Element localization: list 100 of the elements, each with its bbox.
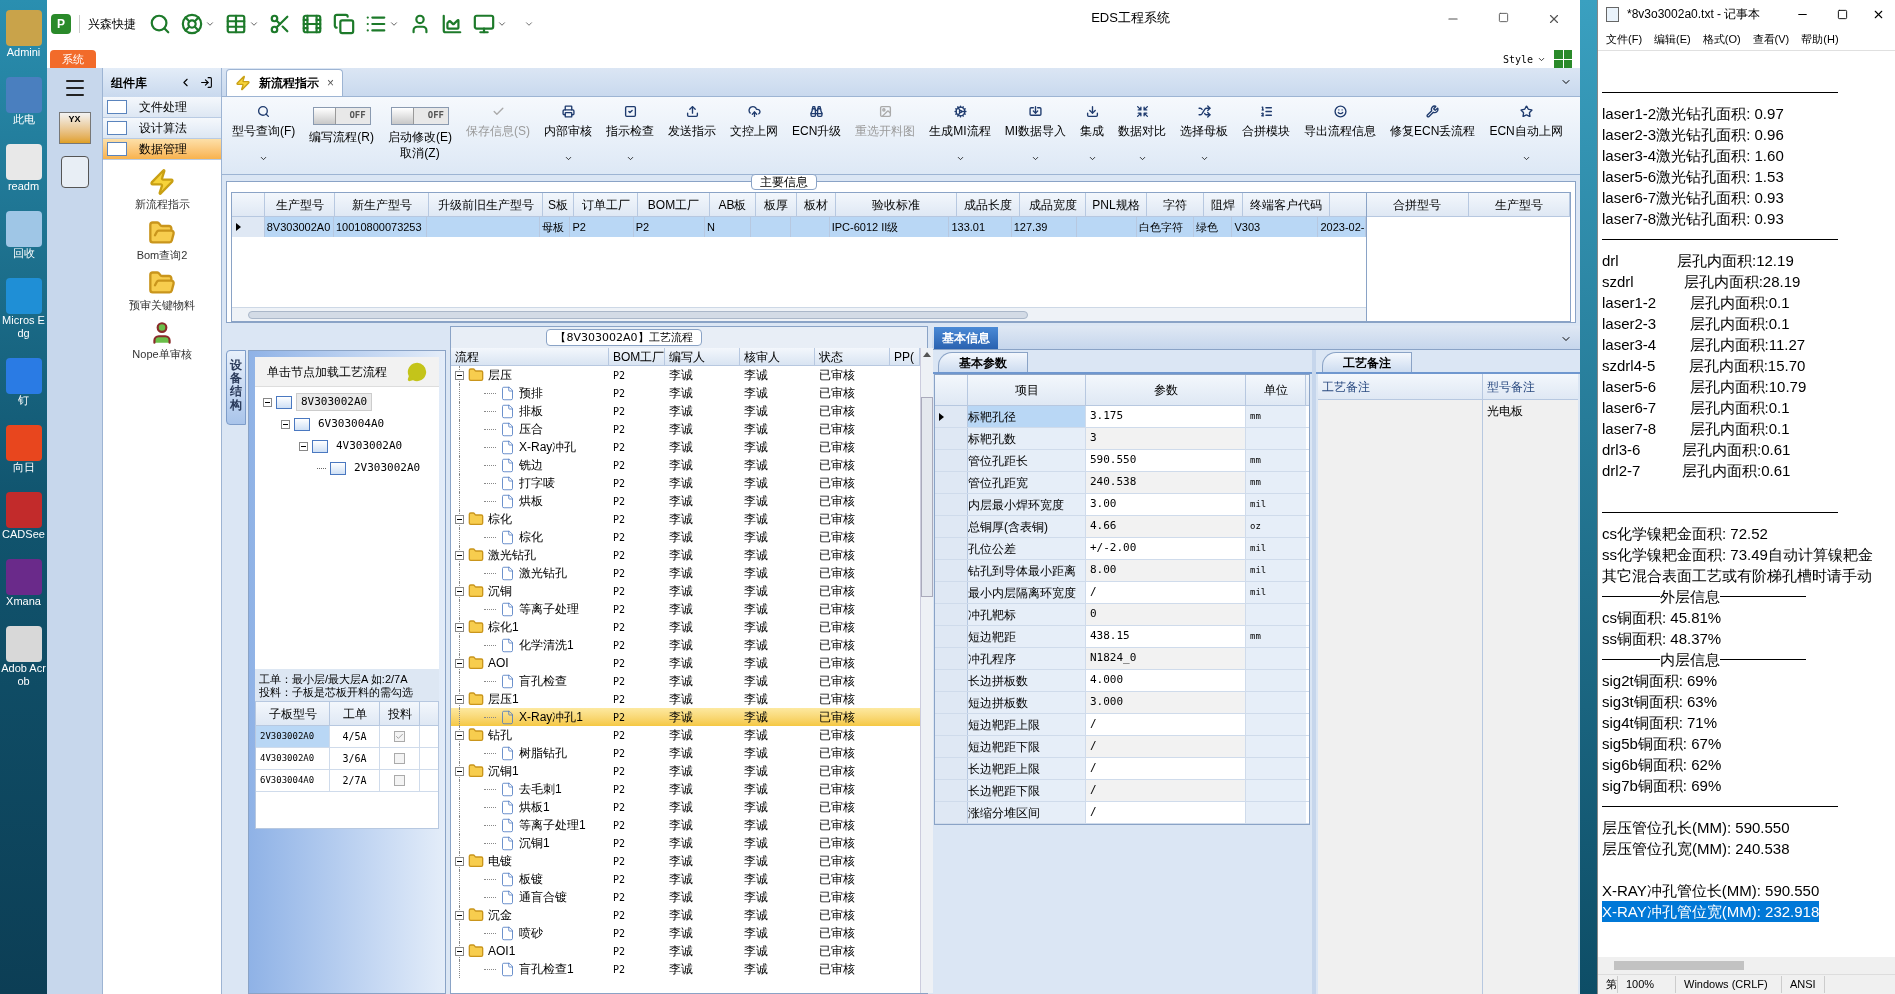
- collapse-icon[interactable]: [263, 397, 272, 407]
- table-cell[interactable]: 4V303002A0: [256, 748, 330, 769]
- table-cell-text: P2: [612, 782, 627, 797]
- table-cell-text: 已审核: [818, 817, 856, 834]
- collapse-icon[interactable]: [455, 550, 464, 560]
- document-tab[interactable]: 新流程指示: [259, 74, 319, 92]
- quick-access-button[interactable]: [473, 13, 507, 35]
- table-row[interactable]: 8V303002A0 10010800073253 母板 P2 P2 N IPC-6012 II级 133.01 127.39 白色字符 绿色 V303 2023-02-: [232, 217, 1366, 237]
- table-cell-text: P2: [612, 692, 627, 707]
- menu-item[interactable]: 编辑(E): [1654, 30, 1691, 48]
- close-icon[interactable]: [1547, 12, 1561, 26]
- toolbar-button[interactable]: 选择母板: [1174, 101, 1235, 163]
- toolbar-button[interactable]: ECN升级: [786, 101, 848, 140]
- quick-access-button[interactable]: [333, 13, 355, 35]
- quick-access-button[interactable]: [441, 13, 463, 35]
- collapse-icon[interactable]: [455, 514, 464, 524]
- collapse-icon[interactable]: [455, 730, 464, 740]
- section-item[interactable]: 设计算法: [103, 118, 221, 139]
- collapse-icon[interactable]: [299, 441, 308, 451]
- collapse-icon[interactable]: [455, 658, 464, 668]
- tree-node[interactable]: 2V303002A0: [350, 459, 425, 477]
- toggle-switch[interactable]: OFF: [391, 107, 449, 125]
- checkbox[interactable]: [394, 753, 405, 764]
- shortcut-label[interactable]: Bom查询2: [136, 246, 188, 263]
- checkbox[interactable]: [394, 731, 405, 742]
- table-cell-text: 李诚: [743, 385, 769, 402]
- checkbox[interactable]: [394, 775, 405, 786]
- toolbar-button[interactable]: 内部审核: [538, 101, 598, 163]
- menu-item[interactable]: 文件(F): [1606, 30, 1643, 48]
- customize-icon[interactable]: [524, 19, 534, 29]
- toolbar-button[interactable]: ECN自动上网: [1483, 101, 1569, 163]
- table-cell-text: 李诚: [668, 403, 694, 420]
- table-cell: 3: [1086, 428, 1246, 449]
- quick-access-button[interactable]: [301, 13, 323, 35]
- table-cell-text: 李诚: [668, 745, 694, 762]
- collapse-icon[interactable]: [455, 586, 464, 596]
- collapse-icon[interactable]: [455, 622, 464, 632]
- table-cell-text: 李诚: [743, 817, 769, 834]
- toggle-switch[interactable]: OFF: [312, 107, 371, 125]
- toolbar-button[interactable]: MI数据导入: [998, 101, 1073, 163]
- table-row[interactable]: X-Ray冲孔1 P2 李诚 李诚 已审核: [451, 708, 920, 726]
- side-tab[interactable]: 设备结构: [226, 350, 246, 425]
- collapse-icon[interactable]: [281, 419, 290, 429]
- shortcut-label[interactable]: 新流程指示: [134, 196, 190, 213]
- quick-access-button[interactable]: [225, 13, 259, 35]
- tree-node[interactable]: 8V303002A0: [296, 392, 373, 412]
- toolbar-button[interactable]: 导出流程信息: [1298, 101, 1383, 140]
- text-line: laser2-3激光钻孔面积: 0.96: [1602, 125, 1784, 145]
- collapse-icon[interactable]: [455, 856, 464, 866]
- file-icon: [500, 475, 515, 491]
- pin-icon[interactable]: [200, 76, 213, 89]
- menu-item[interactable]: 格式(O): [1702, 30, 1741, 48]
- sub-tab[interactable]: 工艺备注: [1322, 352, 1412, 372]
- quick-access-button[interactable]: [149, 13, 171, 35]
- app-icon[interactable]: [5, 144, 42, 180]
- collapse-icon[interactable]: [455, 766, 464, 776]
- row-header[interactable]: [935, 406, 968, 427]
- app-icon[interactable]: [5, 626, 42, 662]
- scrollbar-thumb[interactable]: [248, 310, 1028, 319]
- column-header: 新生产型号: [335, 193, 429, 216]
- scrollbar-thumb[interactable]: [921, 397, 933, 597]
- maximize-icon[interactable]: [1837, 8, 1848, 20]
- table-cell: oz: [1246, 516, 1306, 537]
- sub-tab[interactable]: 基本参数: [938, 352, 1028, 372]
- menu-item[interactable]: 查看(V): [1752, 30, 1790, 48]
- shortcut-label[interactable]: Nope单审核: [132, 345, 192, 362]
- factory-button[interactable]: YX: [58, 112, 91, 144]
- tree-node[interactable]: 4V303002A0: [332, 437, 407, 455]
- quick-access-button[interactable]: [269, 13, 291, 35]
- toolbar-button[interactable]: 数据对比: [1112, 101, 1173, 163]
- panel-tab[interactable]: 基本信息: [934, 327, 998, 349]
- quick-access-button[interactable]: [365, 13, 399, 35]
- toolbar-button[interactable]: 修复ECN丢流程: [1384, 101, 1482, 140]
- lightning-icon[interactable]: [148, 168, 176, 196]
- quick-access-button[interactable]: [181, 13, 215, 35]
- collapse-icon[interactable]: [455, 370, 464, 380]
- quick-access-button[interactable]: [409, 13, 431, 35]
- style-menu[interactable]: Style: [1502, 51, 1533, 67]
- table-cell-text: 李诚: [743, 637, 769, 654]
- table-cell-text: 已审核: [818, 475, 856, 492]
- folder-icon: [468, 763, 484, 779]
- table-cell[interactable]: 6V303004A0: [256, 770, 330, 791]
- toolbar-button[interactable]: 集成: [1074, 101, 1111, 163]
- collapse-icon[interactable]: [455, 694, 464, 704]
- toolbar-button[interactable]: 生成MI流程: [923, 101, 997, 163]
- menu-item[interactable]: 帮助(H): [1801, 30, 1839, 48]
- collapse-icon[interactable]: [455, 946, 464, 956]
- collapse-icon[interactable]: [455, 910, 464, 920]
- tab-close[interactable]: ×: [327, 74, 334, 92]
- section-item[interactable]: 文件处理: [103, 97, 221, 118]
- toolbar-button[interactable]: 发送指示: [662, 101, 722, 140]
- tree-node[interactable]: 6V303004A0: [314, 415, 389, 433]
- toolbar-button[interactable]: 型号查询(F): [226, 101, 302, 163]
- toolbar-button[interactable]: 合拼模块: [1236, 101, 1297, 140]
- table-cell[interactable]: 2V303002A0: [256, 726, 330, 747]
- toolbar-button[interactable]: 文控上网: [724, 101, 784, 140]
- toolbar-button[interactable]: 指示检查: [600, 101, 660, 163]
- section-item[interactable]: 数据管理: [103, 139, 221, 160]
- shortcut-label[interactable]: 预审关键物料: [129, 297, 195, 314]
- app-icon[interactable]: [5, 211, 42, 247]
